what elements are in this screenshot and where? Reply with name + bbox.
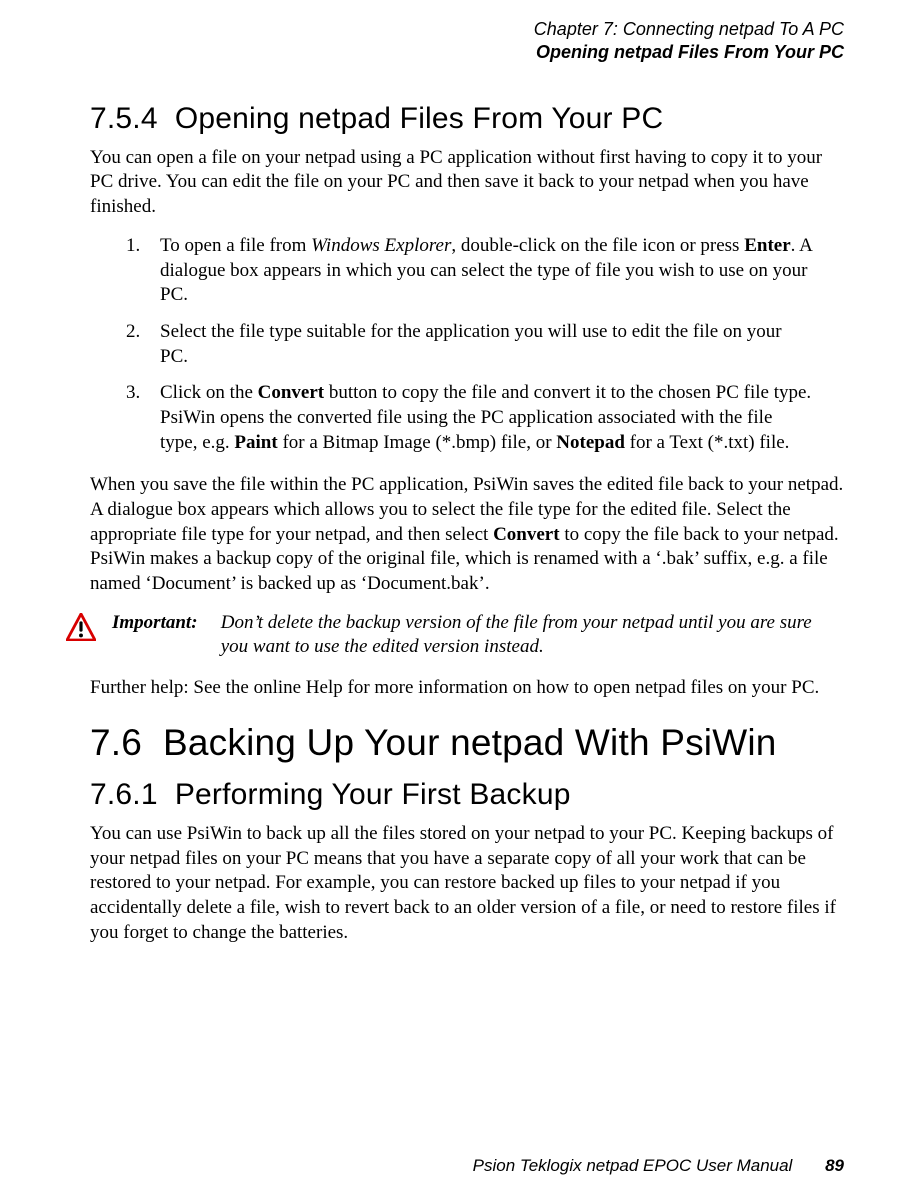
heading-text: Performing Your First Backup bbox=[175, 778, 571, 811]
step-number: 3. bbox=[126, 381, 160, 455]
running-header: Chapter 7: Connecting netpad To A PC Ope… bbox=[90, 18, 844, 65]
step-1: 1. To open a file from Windows Explorer,… bbox=[126, 234, 844, 308]
step-text: Click on the Convert button to copy the … bbox=[160, 381, 814, 455]
section-title-header: Opening netpad Files From Your PC bbox=[90, 41, 844, 64]
important-label: Important: bbox=[112, 611, 216, 636]
step-number: 2. bbox=[126, 320, 160, 369]
steps-list: 1. To open a file from Windows Explorer,… bbox=[90, 234, 844, 456]
heading-number: 7.5.4 bbox=[90, 102, 158, 135]
backup-paragraph: You can use PsiWin to back up all the fi… bbox=[90, 822, 844, 945]
manual-title: Psion Teklogix netpad EPOC User Manual bbox=[473, 1156, 793, 1175]
heading-7-5-4: 7.5.4 Opening netpad Files From Your PC bbox=[90, 99, 844, 138]
heading-text: Opening netpad Files From Your PC bbox=[175, 102, 664, 135]
step-number: 1. bbox=[126, 234, 160, 308]
important-note: Important: Don’t delete the backup versi… bbox=[90, 611, 844, 660]
heading-7-6: 7.6 Backing Up Your netpad With PsiWin bbox=[90, 719, 844, 767]
important-text: Don’t delete the backup version of the f… bbox=[221, 611, 841, 660]
after-steps-paragraph: When you save the file within the PC app… bbox=[90, 473, 844, 596]
intro-paragraph: You can open a file on your netpad using… bbox=[90, 146, 844, 220]
step-2: 2. Select the file type suitable for the… bbox=[126, 320, 844, 369]
step-text: To open a file from Windows Explorer, do… bbox=[160, 234, 814, 308]
heading-text: Backing Up Your netpad With PsiWin bbox=[163, 722, 777, 763]
heading-number: 7.6 bbox=[90, 722, 142, 763]
heading-7-6-1: 7.6.1 Performing Your First Backup bbox=[90, 775, 844, 814]
chapter-title: Chapter 7: Connecting netpad To A PC bbox=[90, 18, 844, 41]
page-number: 89 bbox=[825, 1156, 844, 1175]
warning-icon bbox=[66, 611, 96, 649]
further-help: Further help: See the online Help for mo… bbox=[90, 676, 844, 701]
step-text: Select the file type suitable for the ap… bbox=[160, 320, 814, 369]
step-3: 3. Click on the Convert button to copy t… bbox=[126, 381, 844, 455]
page-footer: Psion Teklogix netpad EPOC User Manual 8… bbox=[473, 1155, 844, 1177]
heading-number: 7.6.1 bbox=[90, 778, 158, 811]
